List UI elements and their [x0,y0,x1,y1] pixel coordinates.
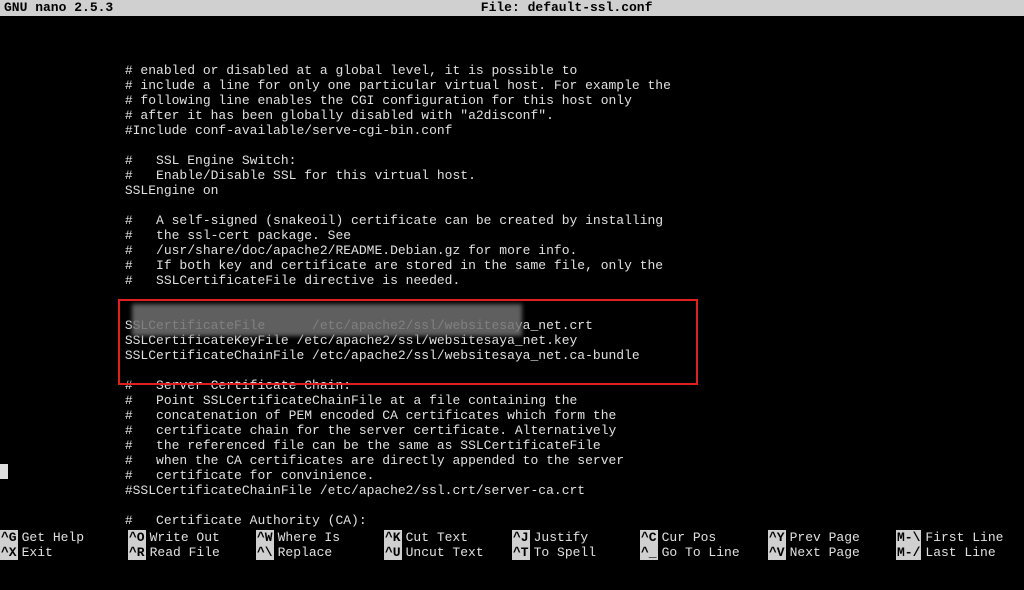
code-line[interactable]: # /usr/share/doc/apache2/README.Debian.g… [0,243,1024,258]
shortcut-item[interactable]: ^Y Prev Page [768,530,896,545]
code-line[interactable]: # when the CA certificates are directly … [0,453,1024,468]
code-line[interactable]: # include a line for only one particular… [0,78,1024,93]
redacted-region [132,304,522,336]
code-line[interactable]: # Enable/Disable SSL for this virtual ho… [0,168,1024,183]
shortcut-key: ^\ [256,545,274,560]
shortcut-key: ^W [256,530,274,545]
code-line[interactable]: # enabled or disabled at a global level,… [0,63,1024,78]
shortcut-bar: ^G Get Help ^O Write Out ^W Where Is ^K Cut Tex… [0,530,1024,562]
shortcut-key: ^O [128,530,146,545]
code-line[interactable] [0,198,1024,213]
shortcut-label: Replace [278,545,333,560]
code-line[interactable]: SSLEngine on [0,183,1024,198]
shortcut-key: ^T [512,545,530,560]
code-line[interactable]: # concatenation of PEM encoded CA certif… [0,408,1024,423]
cursor-position [0,464,8,479]
shortcut-label: Read File [150,545,220,560]
code-line[interactable]: #SSLCertificateChainFile /etc/apache2/ss… [0,483,1024,498]
shortcut-label: Cut Text [406,530,468,545]
shortcut-key: ^K [384,530,402,545]
shortcut-label: Prev Page [790,530,860,545]
code-line[interactable]: # after it has been globally disabled wi… [0,108,1024,123]
shortcut-key: ^_ [640,545,658,560]
code-line[interactable] [0,363,1024,378]
shortcut-item[interactable]: ^\ Replace [256,545,384,560]
shortcut-item[interactable]: ^G Get Help [0,530,128,545]
shortcut-label: Uncut Text [406,545,484,560]
shortcut-item[interactable]: ^K Cut Text [384,530,512,545]
code-line[interactable]: #Include conf-available/serve-cgi-bin.co… [0,123,1024,138]
code-line[interactable]: # SSL Engine Switch: [0,153,1024,168]
shortcut-label: Last Line [925,545,995,560]
editor-content[interactable]: # enabled or disabled at a global level,… [0,16,1024,590]
code-line[interactable] [0,498,1024,513]
shortcut-label: Justify [534,530,589,545]
code-line[interactable] [0,48,1024,63]
shortcut-key: ^J [512,530,530,545]
code-line[interactable]: # the ssl-cert package. See [0,228,1024,243]
shortcut-key: ^C [640,530,658,545]
shortcut-item[interactable]: ^C Cur Pos [640,530,768,545]
code-line[interactable]: # Point SSLCertificateChainFile at a fil… [0,393,1024,408]
code-line[interactable]: # Certificate Authority (CA): [0,513,1024,528]
shortcut-item[interactable]: ^R Read File [128,545,256,560]
shortcut-label: To Spell [534,545,596,560]
code-line[interactable] [0,138,1024,153]
shortcut-label: Cur Pos [662,530,717,545]
shortcut-key: M-/ [896,545,921,560]
editor-header: GNU nano 2.5.3 File: default-ssl.conf [0,0,1024,16]
shortcut-key: ^R [128,545,146,560]
shortcut-label: Write Out [150,530,220,545]
shortcut-label: Go To Line [662,545,740,560]
file-name: File: default-ssl.conf [113,0,1020,16]
shortcut-key: ^U [384,545,402,560]
shortcut-item[interactable]: ^_ Go To Line [640,545,768,560]
code-line[interactable]: SSLCertificateChainFile /etc/apache2/ssl… [0,348,1024,363]
shortcut-item[interactable]: ^O Write Out [128,530,256,545]
code-line[interactable]: # A self-signed (snakeoil) certificate c… [0,213,1024,228]
shortcut-label: Where Is [278,530,340,545]
code-line[interactable]: # If both key and certificate are stored… [0,258,1024,273]
code-line[interactable]: # the referenced file can be the same as… [0,438,1024,453]
shortcut-item[interactable]: ^W Where Is [256,530,384,545]
shortcut-key: ^V [768,545,786,560]
code-line[interactable]: # SSLCertificateFile directive is needed… [0,273,1024,288]
code-line[interactable]: # certificate chain for the server certi… [0,423,1024,438]
shortcut-label: Next Page [790,545,860,560]
shortcut-item[interactable]: ^X Exit [0,545,128,560]
shortcut-item[interactable]: ^J Justify [512,530,640,545]
code-line[interactable] [0,288,1024,303]
code-line[interactable]: # certificate for convinience. [0,468,1024,483]
shortcut-label: Get Help [22,530,84,545]
shortcut-item[interactable]: ^T To Spell [512,545,640,560]
shortcut-key: ^X [0,545,18,560]
code-line[interactable]: # following line enables the CGI configu… [0,93,1024,108]
shortcut-item[interactable]: ^U Uncut Text [384,545,512,560]
shortcut-item[interactable]: M-/ Last Line [896,545,1024,560]
shortcut-key: ^G [0,530,18,545]
shortcut-key: M-\ [896,530,921,545]
shortcut-key: ^Y [768,530,786,545]
shortcut-item[interactable]: M-\ First Line [896,530,1024,545]
code-line[interactable]: # Server Certificate Chain: [0,378,1024,393]
app-name: GNU nano 2.5.3 [4,0,113,16]
shortcut-label: Exit [22,545,53,560]
shortcut-item[interactable]: ^V Next Page [768,545,896,560]
shortcut-label: First Line [925,530,1003,545]
